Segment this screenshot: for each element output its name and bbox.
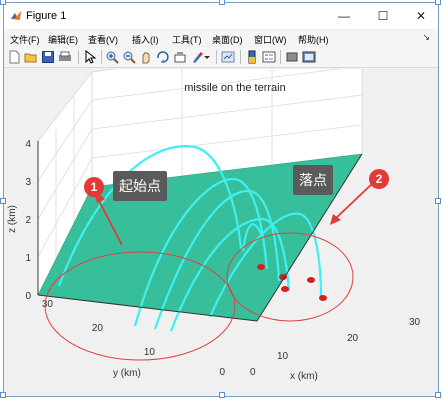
menu-help[interactable]: 帮助(H) [298,33,329,46]
impact-marker [319,295,327,301]
brush-dropdown-icon[interactable] [203,50,211,64]
x-tick-label: 10 [277,351,289,362]
x-tick-label: 30 [409,317,421,328]
menu-window[interactable]: 窗口(W) [254,33,287,46]
y-tick-label: 0 [219,367,225,378]
show-plot-tools-icon[interactable] [302,50,316,64]
print-icon[interactable] [58,50,72,64]
title-bar[interactable]: Figure 1 — ☐ ✕ [4,3,438,29]
data-cursor-icon[interactable] [173,50,187,64]
link-plot-icon[interactable] [221,50,235,64]
open-file-icon[interactable] [24,50,38,64]
y-tick-label: 20 [92,323,104,334]
close-button[interactable]: ✕ [406,6,436,26]
figure-window: Figure 1 — ☐ ✕ 文件(F) 编辑(E) 查看(V) 插入(I) 工… [0,0,441,398]
pan-icon[interactable] [139,50,153,64]
hide-plot-tools-icon[interactable] [285,50,299,64]
brush-icon[interactable] [190,50,204,64]
z-tick-label: 2 [25,215,31,226]
zoom-out-icon[interactable] [122,50,136,64]
x-axis-label: x (km) [290,371,318,382]
resize-handle[interactable] [435,198,441,204]
resize-handle[interactable] [435,392,441,398]
menu-bar: 文件(F) 编辑(E) 查看(V) 插入(I) 工具(T) 桌面(D) 窗口(W… [4,30,438,46]
rotate-3d-icon[interactable] [156,50,170,64]
menu-desktop[interactable]: 桌面(D) [212,33,243,46]
maximize-button[interactable]: ☐ [368,6,398,26]
zoom-in-icon[interactable] [105,50,119,64]
colorbar-icon[interactable] [245,50,259,64]
z-tick-label: 4 [25,139,31,150]
toolbar-separator [78,50,79,64]
x-tick-label: 20 [347,333,359,344]
z-tick-label: 3 [25,177,31,188]
y-tick-label: 10 [144,347,156,358]
legend-icon[interactable] [262,50,276,64]
resize-handle[interactable] [219,392,225,398]
start-number-marker: 1 [84,177,104,197]
y-axis-label: y (km) [113,368,141,379]
z-axis-label: z (km) [7,205,18,233]
window-title: Figure 1 [26,10,67,22]
toolbar [4,47,438,68]
z-tick-label: 1 [25,253,31,264]
resize-handle[interactable] [0,392,6,398]
menu-view[interactable]: 查看(V) [88,33,118,46]
toolbar-separator [280,50,281,64]
matlab-logo-icon [11,11,21,20]
axes-3d[interactable]: 0 1 2 3 4 z (km) 0 10 20 30 y (km) 0 10 … [5,33,437,396]
resize-handle[interactable] [219,0,225,5]
figure-canvas[interactable]: 0 1 2 3 4 z (km) 0 10 20 30 y (km) 0 10 … [5,33,437,396]
menu-insert[interactable]: 插入(I) [132,33,159,46]
impact-marker [257,264,265,270]
start-label: 起始点 [113,171,167,201]
z-tick-label: 0 [25,291,31,302]
dock-arrow-icon[interactable]: ↘ [422,32,430,43]
menu-tools[interactable]: 工具(T) [172,33,202,46]
resize-handle[interactable] [435,0,441,5]
landing-label: 落点 [293,165,333,195]
landing-number-marker: 2 [369,169,389,189]
impact-marker [281,286,289,292]
plot-title: missile on the terrain [184,82,286,94]
pointer-icon[interactable] [83,50,97,64]
menu-file[interactable]: 文件(F) [10,33,40,46]
resize-handle[interactable] [0,198,6,204]
impact-marker [307,277,315,283]
toolbar-separator [101,50,102,64]
toolbar-separator [216,50,217,64]
x-tick-label: 0 [250,367,256,378]
toolbar-separator [240,50,241,64]
new-figure-icon[interactable] [7,50,21,64]
resize-handle[interactable] [0,0,6,5]
y-tick-label: 30 [42,299,54,310]
minimize-button[interactable]: — [329,6,359,26]
menu-edit[interactable]: 编辑(E) [48,33,78,46]
save-icon[interactable] [41,50,55,64]
